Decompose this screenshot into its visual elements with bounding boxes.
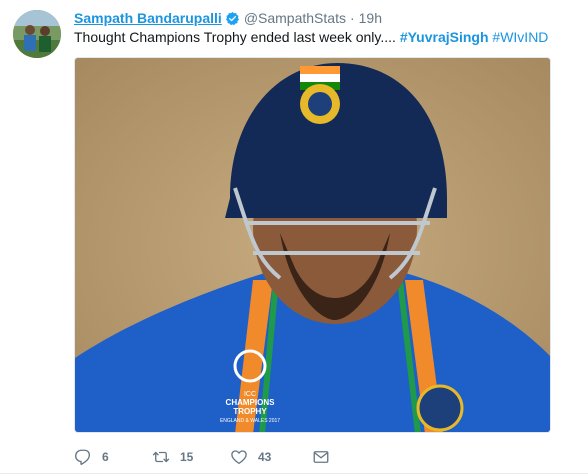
author-avatar[interactable] (13, 10, 61, 58)
tweet-timestamp[interactable]: 19h (359, 9, 382, 27)
tweet-actions: 6 15 43 (74, 448, 330, 466)
jersey-text-champions: CHAMPIONS (226, 398, 276, 407)
hashtag-link-secondary[interactable]: #WIvIND (492, 29, 548, 45)
tweet-card[interactable]: Sampath Bandarupalli @SampathStats · 19h… (0, 0, 588, 474)
jersey-text-trophy: TROPHY (233, 407, 267, 416)
direct-message-button[interactable] (312, 448, 330, 466)
tweet-header: Sampath Bandarupalli @SampathStats · 19h (74, 9, 382, 27)
retweet-icon (152, 448, 170, 466)
author-handle[interactable]: @SampathStats (244, 9, 346, 27)
tweet-text: Thought Champions Trophy ended last week… (74, 28, 548, 46)
hashtag-link-primary[interactable]: #YuvrajSingh (400, 29, 489, 45)
tweet-media-photo[interactable]: ICC CHAMPIONS TROPHY ENGLAND & WALES 201… (74, 57, 551, 433)
reply-button[interactable]: 6 (74, 448, 152, 466)
verified-badge-icon (225, 11, 240, 26)
jersey-text-venue: ENGLAND & WALES 2017 (220, 418, 280, 424)
envelope-icon (312, 448, 330, 466)
like-button[interactable]: 43 (230, 448, 312, 466)
tweet-text-body: Thought Champions Trophy ended last week… (74, 29, 396, 45)
author-name[interactable]: Sampath Bandarupalli (74, 9, 222, 27)
retweet-button[interactable]: 15 (152, 448, 230, 466)
jersey-text-icc: ICC (244, 391, 256, 398)
reply-count: 6 (102, 450, 109, 464)
retweet-count: 15 (180, 450, 194, 464)
heart-icon (230, 448, 248, 466)
reply-icon (74, 448, 92, 466)
header-separator: · (349, 10, 355, 26)
like-count: 43 (258, 450, 272, 464)
